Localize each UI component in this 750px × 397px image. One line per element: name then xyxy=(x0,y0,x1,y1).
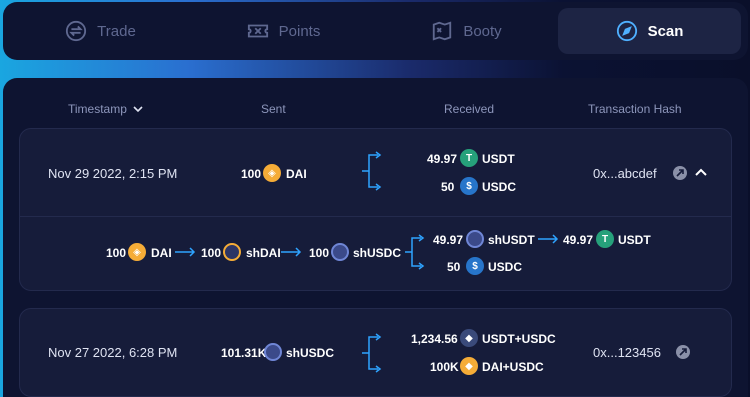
arrow-right-icon xyxy=(281,247,302,257)
timestamp-sort-header[interactable]: Timestamp xyxy=(68,102,143,116)
tab-scan-label: Scan xyxy=(647,22,684,40)
hash-header-label: Transaction Hash xyxy=(588,102,682,116)
shusdc-icon xyxy=(264,343,282,361)
route-branch-token: USDT xyxy=(618,233,651,247)
sent-amount: 101.31K xyxy=(221,346,267,360)
lp-token-icon: ◆ xyxy=(460,357,478,375)
route-step-token: shUSDC xyxy=(353,246,402,260)
sent-amount: 100 xyxy=(241,167,262,181)
row-divider xyxy=(20,216,731,217)
tab-points[interactable]: Points xyxy=(192,8,375,54)
tab-trade-label: Trade xyxy=(97,22,136,40)
row-timestamp: Nov 27 2022, 6:28 PM xyxy=(48,345,178,360)
explorer-link-icon[interactable] xyxy=(675,344,691,360)
top-nav: Trade Points Booty Scan xyxy=(3,2,748,60)
arrow-right-icon xyxy=(175,247,196,257)
route-step-amount: 100 xyxy=(201,246,222,260)
timestamp-header-label: Timestamp xyxy=(68,102,127,116)
route-step-token: shDAI xyxy=(246,246,281,260)
received-amount: 1,234.56 xyxy=(411,332,458,346)
tab-booty-label: Booty xyxy=(463,22,502,40)
shusdc-icon xyxy=(331,243,349,261)
chevron-up-icon[interactable] xyxy=(693,165,709,181)
route-branch-amount: 49.97 xyxy=(433,233,464,247)
tab-trade[interactable]: Trade xyxy=(9,8,192,54)
trade-icon xyxy=(66,20,87,42)
received-amount: 49.97 xyxy=(427,152,458,166)
received-header-label: Received xyxy=(444,102,495,116)
usdc-icon: $ xyxy=(460,177,478,195)
tab-points-label: Points xyxy=(278,22,321,40)
row-timestamp: Nov 29 2022, 2:15 PM xyxy=(48,166,178,181)
chevron-down-icon xyxy=(133,106,143,113)
arrow-right-icon xyxy=(538,234,559,244)
route-branch-token: shUSDT xyxy=(488,233,535,247)
received-token: USDT xyxy=(482,152,515,166)
branch-arrow-icon xyxy=(362,151,382,191)
usdt-icon: T xyxy=(596,230,614,248)
route-step-amount: 100 xyxy=(309,246,330,260)
route-branch-token: USDC xyxy=(488,260,523,274)
shusdt-icon xyxy=(466,230,484,248)
received-token: DAI+USDC xyxy=(482,360,544,374)
table-header: Timestamp Sent Received Transaction Hash xyxy=(3,78,748,126)
usdt-icon: T xyxy=(460,149,478,167)
received-token: USDT+USDC xyxy=(482,332,556,346)
received-token: USDC xyxy=(482,180,517,194)
route-branch-amount: 50 xyxy=(447,260,461,274)
usdc-icon: $ xyxy=(466,257,484,275)
received-amount: 50 xyxy=(441,180,455,194)
table-row[interactable]: Nov 27 2022, 6:28 PM 101.31K shUSDC 1,23… xyxy=(19,308,732,397)
tab-booty[interactable]: Booty xyxy=(375,8,558,54)
received-amount: 100K xyxy=(430,360,459,374)
tab-scan[interactable]: Scan xyxy=(558,8,741,54)
route-step-token: DAI xyxy=(151,246,172,260)
route-step-amount: 100 xyxy=(106,246,127,260)
scan-panel: Timestamp Sent Received Transaction Hash… xyxy=(3,78,748,397)
branch-arrow-icon xyxy=(362,333,382,373)
transaction-hash-link[interactable]: 0x...abcdef xyxy=(593,166,657,181)
lp-token-icon: ◆ xyxy=(460,329,478,347)
compass-icon xyxy=(616,20,637,42)
transaction-hash-link[interactable]: 0x...123456 xyxy=(593,345,661,360)
table-row[interactable]: Nov 29 2022, 2:15 PM 100 ◈ DAI 49.97 T U… xyxy=(19,128,732,291)
dai-icon: ◈ xyxy=(128,243,146,261)
shdai-icon xyxy=(223,243,241,261)
dai-icon: ◈ xyxy=(263,164,281,182)
sent-header-label: Sent xyxy=(261,102,286,116)
branch-arrow-icon xyxy=(405,234,425,270)
sent-token: shUSDC xyxy=(286,346,335,360)
map-icon xyxy=(433,21,452,41)
explorer-link-icon[interactable] xyxy=(672,165,688,181)
sent-token: DAI xyxy=(286,167,307,181)
route-branch-amount: 49.97 xyxy=(563,233,594,247)
ticket-icon xyxy=(247,24,268,38)
